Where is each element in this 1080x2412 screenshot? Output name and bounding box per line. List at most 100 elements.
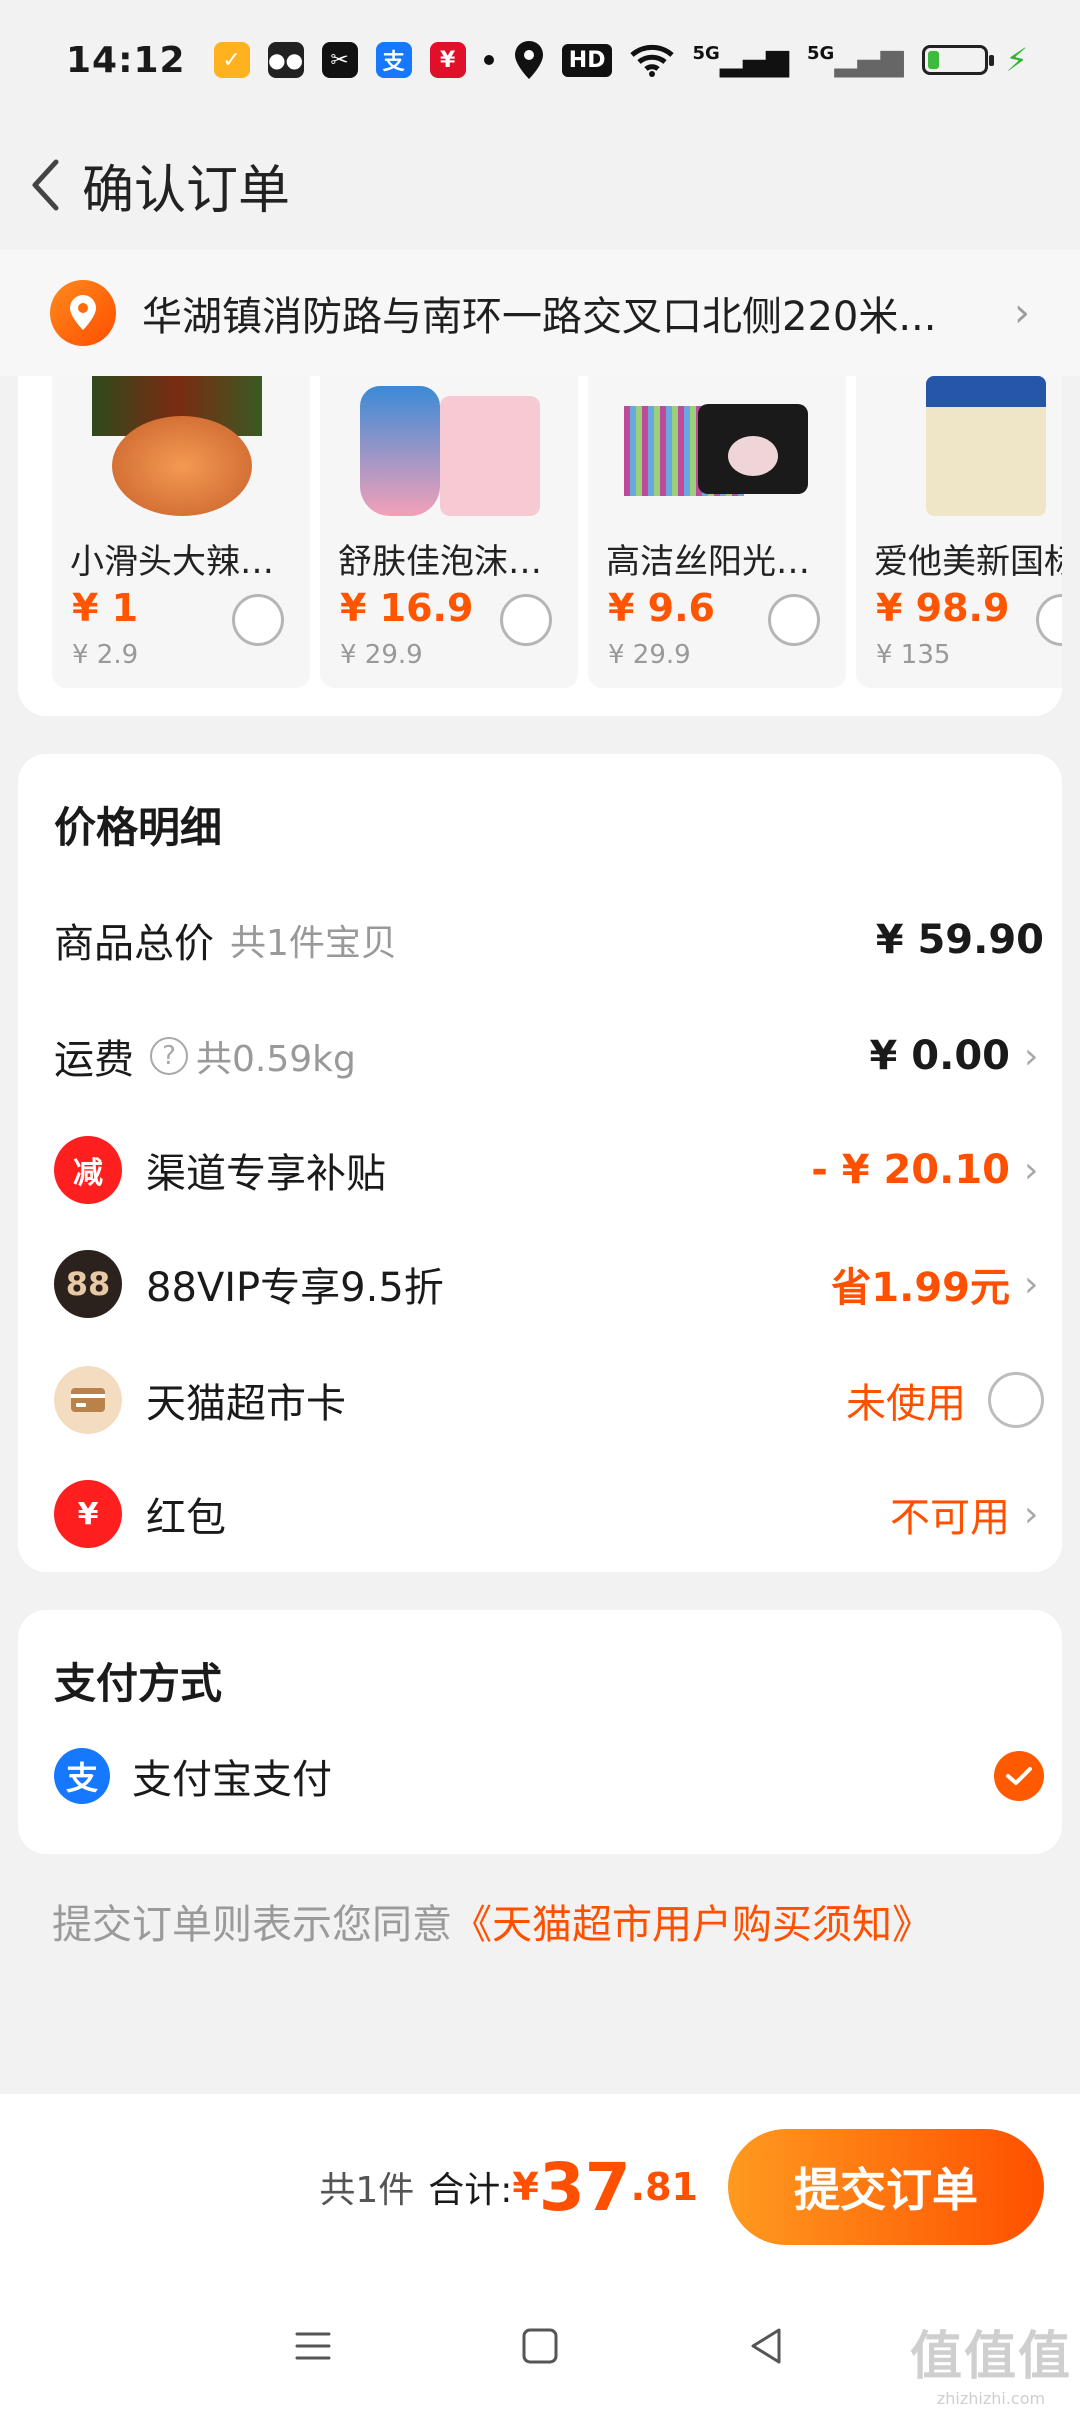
total-integer: 37 (538, 2148, 631, 2226)
alipay-icon: 支 (54, 1748, 110, 1804)
home-icon[interactable] (518, 2324, 562, 2368)
total-currency: ¥ (512, 2165, 539, 2209)
supermarket-card-label: 天猫超市卡 (146, 1381, 346, 1427)
price-detail-card: 价格明细 商品总价 共1件宝贝 ¥ 59.90 运费 ? 共0.59kg ¥ 0… (18, 754, 1062, 1572)
total-decimal: .81 (630, 2165, 698, 2209)
recommended-products: 小滑头大辣片... ¥ 1 ¥ 2.9 舒肤佳泡沫洗... ¥ 16.9 ¥ 2… (18, 376, 1062, 716)
submit-bar: 共1件 合计: ¥ 37 .81 提交订单 (0, 2094, 1080, 2280)
alipay-icon: 支 (375, 42, 412, 78)
supermarket-card-status: 未使用 (846, 1381, 966, 1427)
payment-title: 支付方式 (54, 1659, 223, 1708)
vip-savings: 省1.99元 (831, 1265, 1010, 1311)
total-label: 合计: (428, 2170, 513, 2211)
agreement-prefix: 提交订单则表示您同意 (52, 1902, 452, 1948)
price-detail-title: 价格明细 (54, 803, 223, 852)
goods-count: 共1件宝贝 (230, 923, 397, 964)
product-select-radio[interactable] (1036, 594, 1062, 646)
red-packet-icon: ¥ (54, 1480, 122, 1548)
hd-icon: HD (561, 43, 613, 77)
help-icon[interactable]: ? (150, 1037, 188, 1075)
address-text: 华湖镇消防路与南环一路交叉口北侧220米... (142, 294, 937, 340)
goods-total-amount: ¥ 59.90 (875, 917, 1044, 963)
wechat-icon: ●● (267, 42, 304, 78)
battery-icon (921, 45, 994, 75)
product-select-radio[interactable] (500, 594, 552, 646)
back-button[interactable] (20, 155, 70, 215)
app-notification-icon: ✓ (213, 42, 250, 78)
product-price: ¥ 16.9 (340, 586, 474, 630)
signal-icon: 5G▂▄▆ (692, 42, 789, 78)
selected-check-icon[interactable] (994, 1751, 1044, 1801)
subsidy-label: 渠道专享补贴 (146, 1151, 386, 1197)
item-count: 共1件 (319, 2170, 415, 2211)
product-image (52, 376, 310, 526)
submit-order-button[interactable]: 提交订单 (728, 2129, 1044, 2245)
watermark-logo: 值值值 (909, 2327, 1072, 2387)
menu-icon[interactable] (291, 2324, 335, 2368)
product-name: 爱他美新国标 (874, 542, 1062, 582)
network-label: 5G (692, 42, 720, 64)
location-icon (514, 41, 543, 79)
product-card[interactable]: 小滑头大辣片... ¥ 1 ¥ 2.9 (52, 376, 310, 688)
chevron-right-icon: › (1024, 1493, 1039, 1535)
product-name: 舒肤佳泡沫洗... (338, 542, 570, 582)
product-select-radio[interactable] (768, 594, 820, 646)
capcut-icon: ✂ (321, 42, 358, 78)
product-card[interactable]: 高洁丝阳光纯... ¥ 9.6 ¥ 29.9 (588, 376, 846, 688)
charging-icon: ⚡ (1005, 41, 1028, 79)
payment-method-label: 支付宝支付 (132, 1757, 332, 1803)
product-price: ¥ 98.9 (876, 586, 1010, 630)
shipping-amount: ¥ 0.00 (869, 1033, 1010, 1079)
product-card[interactable]: 舒肤佳泡沫洗... ¥ 16.9 ¥ 29.9 (320, 376, 578, 688)
product-name: 小滑头大辣片... (70, 542, 302, 582)
red-packet-status: 不可用 (890, 1495, 1010, 1541)
product-price: ¥ 9.6 (608, 586, 715, 630)
supermarket-card-row[interactable]: 天猫超市卡 未使用 (54, 1360, 1044, 1440)
goods-total-row: 商品总价 共1件宝贝 ¥ 59.90 (54, 900, 1044, 980)
back-icon[interactable] (745, 2324, 789, 2368)
product-original-price: ¥ 2.9 (72, 640, 139, 670)
bank-icon: ¥ (429, 42, 466, 78)
more-notifications-icon (483, 55, 494, 65)
vip-discount-row[interactable]: 88 88VIP专享9.5折 省1.99元 › (54, 1244, 1044, 1324)
shipping-weight: 共0.59kg (196, 1039, 356, 1080)
chevron-right-icon: › (1024, 1149, 1039, 1191)
chevron-right-icon: › (1024, 1263, 1039, 1305)
chevron-right-icon: › (1024, 1035, 1039, 1077)
signal-icon-2: 5G▂▄▆ (807, 42, 904, 78)
agreement-text: 提交订单则表示您同意《天猫超市用户购买须知》 (52, 1892, 932, 1950)
product-select-radio[interactable] (232, 594, 284, 646)
product-card[interactable]: 爱他美新国标 ¥ 98.9 ¥ 135 (856, 376, 1062, 688)
shipping-row[interactable]: 运费 ? 共0.59kg ¥ 0.00 › (54, 1016, 1044, 1096)
product-original-price: ¥ 29.9 (608, 640, 691, 670)
red-packet-row[interactable]: ¥ 红包 不可用 › (54, 1474, 1044, 1554)
page-header: 确认订单 (0, 120, 1080, 250)
wifi-icon (630, 44, 675, 77)
discount-icon: 减 (54, 1136, 122, 1204)
address-selector[interactable]: 华湖镇消防路与南环一路交叉口北侧220米... › (0, 250, 1080, 376)
vip-label: 88VIP专享9.5折 (146, 1265, 444, 1311)
payment-method-card: 支付方式 支 支付宝支付 (18, 1610, 1062, 1854)
product-image (856, 376, 1062, 526)
page-title: 确认订单 (82, 160, 291, 221)
product-original-price: ¥ 29.9 (340, 640, 423, 670)
subsidy-amount: - ¥ 20.10 (811, 1147, 1010, 1193)
card-icon (54, 1366, 122, 1434)
payment-option-alipay[interactable]: 支 支付宝支付 (54, 1736, 1044, 1816)
status-bar: 14:12 ✓ ●● ✂ 支 ¥ HD 5G▂▄▆ 5G▂▄▆ ⚡ (0, 0, 1080, 120)
agreement-link[interactable]: 《天猫超市用户购买须知》 (452, 1902, 932, 1948)
red-packet-label: 红包 (146, 1495, 226, 1541)
product-price: ¥ 1 (72, 586, 139, 630)
status-time: 14:12 (66, 39, 186, 81)
shipping-label: 运费 (54, 1037, 134, 1083)
network-label-2: 5G (807, 42, 835, 64)
watermark-url: zhizhizhi.com (936, 2389, 1046, 2408)
vip-88-icon: 88 (54, 1250, 122, 1318)
product-image (320, 376, 578, 526)
product-name: 高洁丝阳光纯... (606, 542, 838, 582)
supermarket-card-radio[interactable] (988, 1372, 1044, 1428)
goods-total-label: 商品总价 (54, 921, 214, 967)
product-original-price: ¥ 135 (876, 640, 951, 670)
subsidy-row[interactable]: 减 渠道专享补贴 - ¥ 20.10 › (54, 1130, 1044, 1210)
chevron-right-icon: › (1014, 290, 1030, 336)
